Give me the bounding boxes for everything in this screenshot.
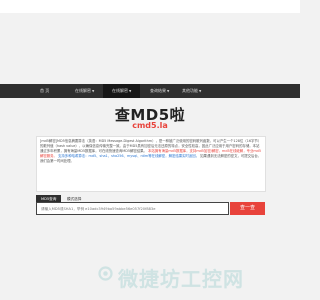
chevron-down-icon: ▼: [129, 89, 132, 93]
nav-item-results[interactable]: 查询结果▼: [150, 84, 169, 98]
nav-item-home[interactable]: 首 页: [40, 84, 49, 98]
watermark-text: 微捷坊工控网: [118, 267, 244, 291]
watermark-logo-icon: [98, 266, 113, 281]
chevron-down-icon: ▼: [199, 89, 202, 93]
nav-item-label: 在线解密: [75, 88, 91, 93]
search-input[interactable]: [36, 202, 229, 215]
nav-item-label: 查询结果: [150, 88, 166, 93]
top-bar: [0, 0, 300, 13]
chevron-down-icon: ▼: [167, 89, 170, 93]
description-highlight-blue: 支持多种哈希算法：md5、sha1、sha256、mysql、ntlm等在线解密…: [58, 154, 200, 158]
site-description: [md5解密]MD5信息摘要算法（英语：MD5 Message-Digest A…: [36, 136, 266, 192]
nav-item-label: 在线解密: [112, 88, 128, 93]
nav-item-label: 首 页: [40, 88, 50, 93]
nav-item-other[interactable]: 其他功能▼: [182, 84, 201, 98]
site-logo-domain: cmd5.la: [132, 121, 168, 130]
nav-item-decrypt-active[interactable]: 在线解密▼: [103, 84, 141, 98]
nav-item-label: 其他功能: [182, 88, 198, 93]
main-navbar: 首 页 在线解密▼ 在线解密▼ 查询结果▼ 其他功能▼: [0, 84, 300, 98]
chevron-down-icon: ▼: [92, 89, 95, 93]
nav-item-decrypt[interactable]: 在线解密▼: [75, 84, 94, 98]
search-button[interactable]: 查一查: [230, 202, 265, 215]
